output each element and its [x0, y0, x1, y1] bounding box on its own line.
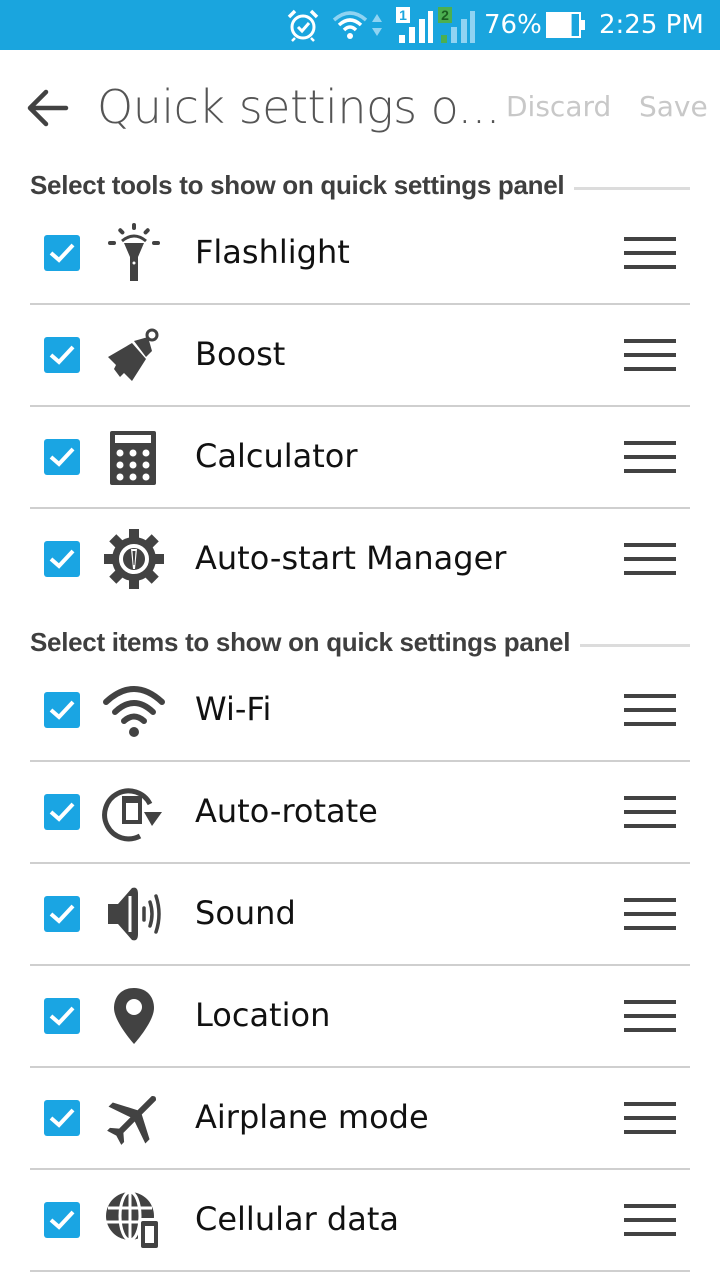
broom-icon — [102, 323, 166, 387]
checkbox[interactable] — [44, 439, 80, 475]
checkbox[interactable] — [44, 998, 80, 1034]
wifi-icon — [332, 0, 368, 50]
save-button[interactable]: Save — [639, 90, 708, 123]
speaker-icon — [102, 882, 166, 946]
drag-handle[interactable] — [622, 792, 678, 832]
drag-handle[interactable] — [622, 996, 678, 1036]
checkbox[interactable] — [44, 896, 80, 932]
item-label: Flashlight — [195, 233, 350, 271]
checkbox[interactable] — [44, 794, 80, 830]
item-label: Calculator — [195, 437, 358, 475]
section-header-items: Select items to show on quick settings p… — [30, 622, 690, 662]
checkbox[interactable] — [44, 1100, 80, 1136]
list-item-auto-rotate: Auto-rotate — [30, 762, 690, 864]
drag-handle[interactable] — [622, 335, 678, 375]
checkbox[interactable] — [44, 692, 80, 728]
drag-handle[interactable] — [622, 539, 678, 579]
calculator-icon — [102, 425, 166, 489]
divider — [30, 1270, 690, 1272]
signal-sim1-icon: 1 — [396, 0, 434, 50]
clock: 2:25 PM — [599, 10, 704, 40]
alarm-icon — [286, 0, 320, 50]
section-divider — [580, 643, 690, 647]
list-item-location: Location — [30, 966, 690, 1068]
item-label: Wi-Fi — [195, 690, 272, 728]
drag-handle[interactable] — [622, 437, 678, 477]
signal-sim2-icon: 2 — [438, 0, 476, 50]
list-item-sound: Sound — [30, 864, 690, 966]
app-bar: Quick settings o... Discard Save — [0, 50, 720, 162]
section-divider — [574, 186, 690, 190]
list-item-auto-start-manager: Auto-start Manager — [30, 509, 690, 611]
status-bar: 1 2 76% 2:25 PM — [0, 0, 720, 50]
section-title: Select tools to show on quick settings p… — [30, 169, 565, 200]
drag-handle[interactable] — [622, 1098, 678, 1138]
svg-text:2: 2 — [441, 7, 449, 23]
item-label: Auto-start Manager — [195, 539, 507, 577]
location-pin-icon — [102, 984, 166, 1048]
section-header-tools: Select tools to show on quick settings p… — [30, 165, 690, 205]
globe-phone-icon — [102, 1188, 166, 1252]
airplane-icon — [102, 1086, 166, 1150]
list-item-calculator: Calculator — [30, 407, 690, 509]
section-title: Select items to show on quick settings p… — [30, 626, 571, 657]
checkbox[interactable] — [44, 235, 80, 271]
data-activity-icon — [370, 0, 384, 50]
item-label: Boost — [195, 335, 286, 373]
list-item-boost: Boost — [30, 305, 690, 407]
list-item-cellular-data: Cellular data — [30, 1170, 690, 1272]
item-label: Location — [195, 996, 331, 1034]
arrow-left-icon — [27, 89, 69, 127]
battery-percent: 76% — [484, 10, 542, 40]
drag-handle[interactable] — [622, 690, 678, 730]
checkbox[interactable] — [44, 1202, 80, 1238]
auto-rotate-icon — [102, 780, 166, 844]
wifi-icon — [102, 678, 166, 742]
list-item-flashlight: Flashlight — [30, 203, 690, 305]
flashlight-icon — [102, 221, 166, 285]
item-label: Auto-rotate — [195, 792, 378, 830]
gear-power-icon — [102, 527, 166, 591]
drag-handle[interactable] — [622, 1200, 678, 1240]
checkbox[interactable] — [44, 337, 80, 373]
battery-icon — [546, 0, 586, 50]
list-item-airplane-mode: Airplane mode — [30, 1068, 690, 1170]
svg-text:1: 1 — [399, 7, 407, 23]
item-label: Sound — [195, 894, 296, 932]
page-title: Quick settings o... — [97, 80, 500, 134]
checkbox[interactable] — [44, 541, 80, 577]
item-label: Cellular data — [195, 1200, 399, 1238]
back-button[interactable] — [26, 86, 70, 130]
list-item-wifi: Wi-Fi — [30, 660, 690, 762]
discard-button[interactable]: Discard — [506, 90, 611, 123]
item-label: Airplane mode — [195, 1098, 429, 1136]
drag-handle[interactable] — [622, 233, 678, 273]
drag-handle[interactable] — [622, 894, 678, 934]
